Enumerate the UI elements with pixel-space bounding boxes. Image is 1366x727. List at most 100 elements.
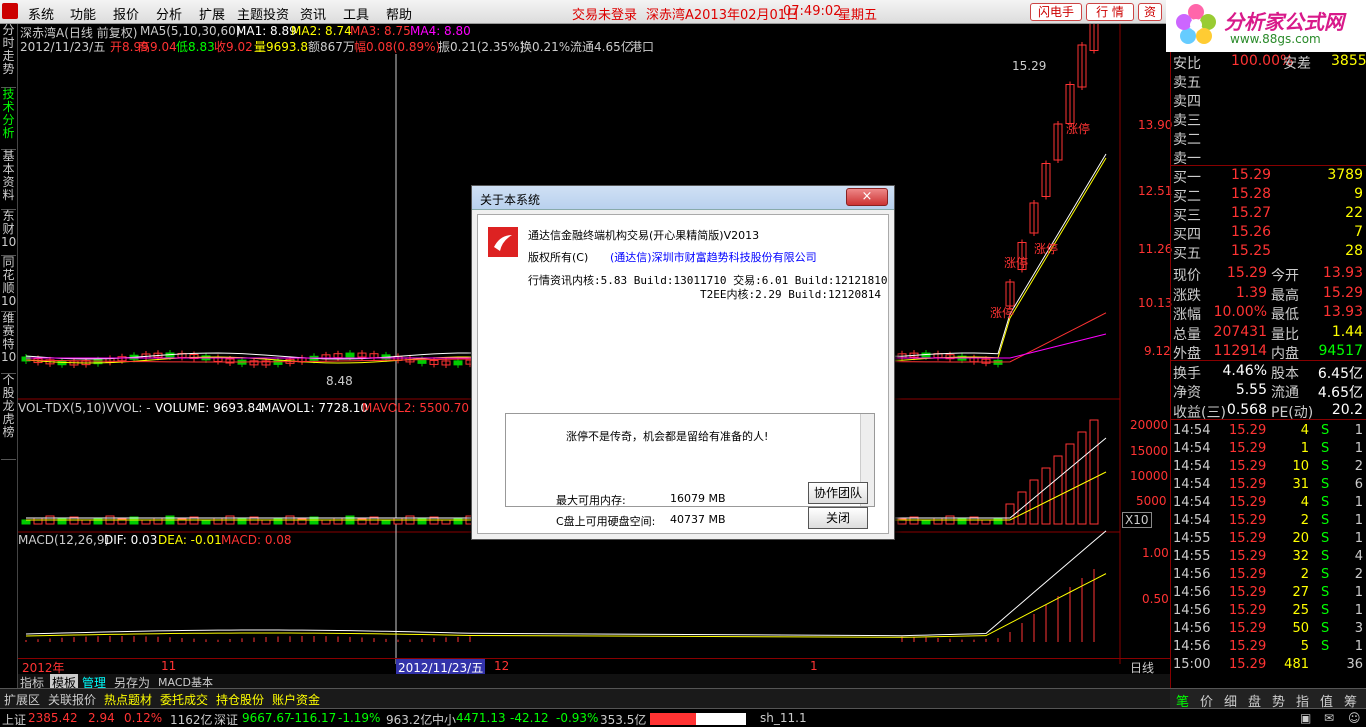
tab-extension-area[interactable]: 扩展区	[4, 691, 40, 708]
tab-positions[interactable]: 持仓股份	[216, 691, 264, 708]
close-button[interactable]: 关闭	[808, 507, 868, 529]
tick-row[interactable]: 14:55 15.29 20 S 1	[1171, 530, 1366, 549]
sell-row[interactable]: 卖一	[1171, 147, 1366, 167]
dialog-close-button[interactable]: ×	[846, 188, 888, 206]
sh-label[interactable]: 上证	[2, 711, 26, 727]
price-level: 12.51	[1138, 184, 1173, 198]
tick-row[interactable]: 14:56 15.29 25 S 1	[1171, 602, 1366, 621]
menu-news[interactable]: 资讯	[300, 4, 326, 23]
menu-quote[interactable]: 报价	[113, 4, 139, 23]
menu-extend[interactable]: 扩展	[199, 4, 225, 23]
limit-up-label: 涨停	[1034, 242, 1059, 256]
stat-value: 10.00%	[1213, 304, 1267, 320]
tick-row[interactable]: 14:56 15.29 27 S 1	[1171, 584, 1366, 603]
sh-index: 2385.42	[28, 711, 78, 725]
tab-intraday[interactable]: 分时走势	[1, 24, 16, 88]
buy-row[interactable]: 买一 15.29 3789	[1171, 166, 1366, 186]
sell-row[interactable]: 卖五	[1171, 71, 1366, 91]
tick-row[interactable]: 14:54 15.29 10 S 2	[1171, 458, 1366, 477]
server-name[interactable]: sh_11.1	[760, 711, 807, 725]
sz-label[interactable]: 深证	[214, 711, 238, 727]
price-level: 13.90	[1138, 118, 1173, 132]
tick-row[interactable]: 14:54 15.29 1 S 1	[1171, 440, 1366, 459]
tick-row[interactable]: 14:54 15.29 4 S 1	[1171, 494, 1366, 513]
tab-orders[interactable]: 委托成交	[160, 691, 208, 708]
memory-value: 16079 MB	[670, 492, 726, 505]
volume-bar	[1029, 479, 1039, 525]
tick-row[interactable]: 14:55 15.29 32 S 4	[1171, 548, 1366, 567]
stat-label: 涨幅	[1173, 307, 1201, 323]
disk-label: C盘上可用硬盘空间:	[556, 515, 656, 528]
tick-row[interactable]: 15:00 15.29 481 36	[1171, 656, 1366, 675]
user-icon[interactable]: ☺	[1348, 711, 1361, 725]
buy-row[interactable]: 买五 15.25 28	[1171, 242, 1366, 262]
tick-time: 14:54	[1173, 459, 1211, 474]
tab-tonghuashun[interactable]: 同花顺10	[1, 256, 16, 312]
tab-fundamentals[interactable]: 基本资料	[1, 150, 16, 210]
sell-row[interactable]: 卖三	[1171, 109, 1366, 129]
buy-row[interactable]: 买三 15.27 22	[1171, 204, 1366, 224]
tick-price: 15.29	[1229, 549, 1267, 564]
tick-row[interactable]: 14:56 15.29 2 S 2	[1171, 566, 1366, 585]
tick-volume: 2	[1300, 567, 1309, 582]
tab-technical[interactable]: 技术分析	[1, 88, 16, 150]
menu-function[interactable]: 功能	[70, 4, 96, 23]
trade-login-status[interactable]: 交易未登录	[572, 4, 637, 23]
mavol1-value: MAVOL1: 7728.10	[261, 401, 369, 415]
tick-row[interactable]: 14:56 15.29 50 S 3	[1171, 620, 1366, 639]
volume-bar	[141, 519, 151, 525]
company-link[interactable]: (通达信)深圳市财富趋势科技股份有限公司	[610, 249, 817, 265]
vol-level: 10000	[1130, 469, 1169, 483]
tick-row[interactable]: 14:54 15.29 2 S 1	[1171, 512, 1366, 531]
bar-amplitude: 振0.21(2.35%)	[438, 40, 525, 54]
app-logo-icon[interactable]	[2, 3, 18, 19]
stat-label: 最高	[1271, 287, 1299, 304]
tick-count: 4	[1354, 549, 1363, 564]
sz-index: 9667.67	[242, 711, 292, 725]
menu-help[interactable]: 帮助	[386, 4, 412, 23]
menu-analysis[interactable]: 分析	[156, 4, 182, 23]
buy-row[interactable]: 买四 15.26 7	[1171, 223, 1366, 243]
menu-theme-invest[interactable]: 主题投资	[237, 4, 289, 23]
tab-hot-topics[interactable]: 热点题材	[104, 691, 152, 708]
menu-tools[interactable]: 工具	[343, 4, 369, 23]
flash-trade-button[interactable]: 闪电手	[1030, 3, 1082, 21]
buy-row[interactable]: 买二 15.28 9	[1171, 185, 1366, 205]
team-button[interactable]: 协作团队	[808, 482, 868, 504]
info-button[interactable]: 资	[1138, 3, 1162, 21]
sell-row[interactable]: 卖四	[1171, 90, 1366, 110]
copyright: 版权所有(C)	[528, 251, 589, 264]
diff-value: 3855	[1331, 53, 1366, 69]
tab-weisaite[interactable]: 维赛特10	[1, 312, 16, 374]
tab-account-funds[interactable]: 账户资金	[272, 691, 320, 708]
stat-label: 今开	[1271, 268, 1299, 284]
buy-volume: 3789	[1327, 167, 1363, 183]
dialog-titlebar[interactable]: 关于本系统 ×	[472, 186, 894, 210]
stat-value: 20.2	[1331, 401, 1363, 418]
tick-row[interactable]: 14:54 15.29 4 S 1	[1171, 422, 1366, 441]
stat-label: 涨跌	[1173, 287, 1201, 304]
sell-label: 卖一	[1173, 151, 1201, 167]
bar-sector[interactable]: 港口	[630, 38, 654, 55]
tick-side: S	[1321, 531, 1330, 546]
stat-label: 量比	[1271, 326, 1299, 343]
smb-label[interactable]: 中小	[432, 711, 456, 727]
stat-value: 15.29	[1322, 284, 1363, 301]
menu-system[interactable]: 系统	[28, 4, 54, 23]
tab-eastmoney[interactable]: 东财10	[1, 210, 16, 256]
volume-bar	[81, 519, 91, 525]
stat-label: 最低	[1271, 307, 1299, 323]
tab-related-quote[interactable]: 关联报价	[48, 691, 96, 708]
tick-row[interactable]: 14:56 15.29 5 S 1	[1171, 638, 1366, 657]
tick-count: 1	[1354, 495, 1363, 510]
tick-row[interactable]: 14:54 15.29 31 S 6	[1171, 476, 1366, 495]
tab-dragon-tiger[interactable]: 个股龙虎榜	[1, 374, 16, 460]
buy-price: 15.28	[1231, 186, 1272, 202]
tick-side: S	[1321, 513, 1330, 528]
quote-button[interactable]: 行 情	[1086, 3, 1134, 21]
volume-bar	[441, 519, 451, 525]
message-icon[interactable]: ✉	[1324, 711, 1334, 725]
network-icon[interactable]: ▣	[1300, 711, 1311, 725]
sell-row[interactable]: 卖二	[1171, 128, 1366, 148]
volume-value: VOLUME: 9693.84	[155, 401, 263, 415]
